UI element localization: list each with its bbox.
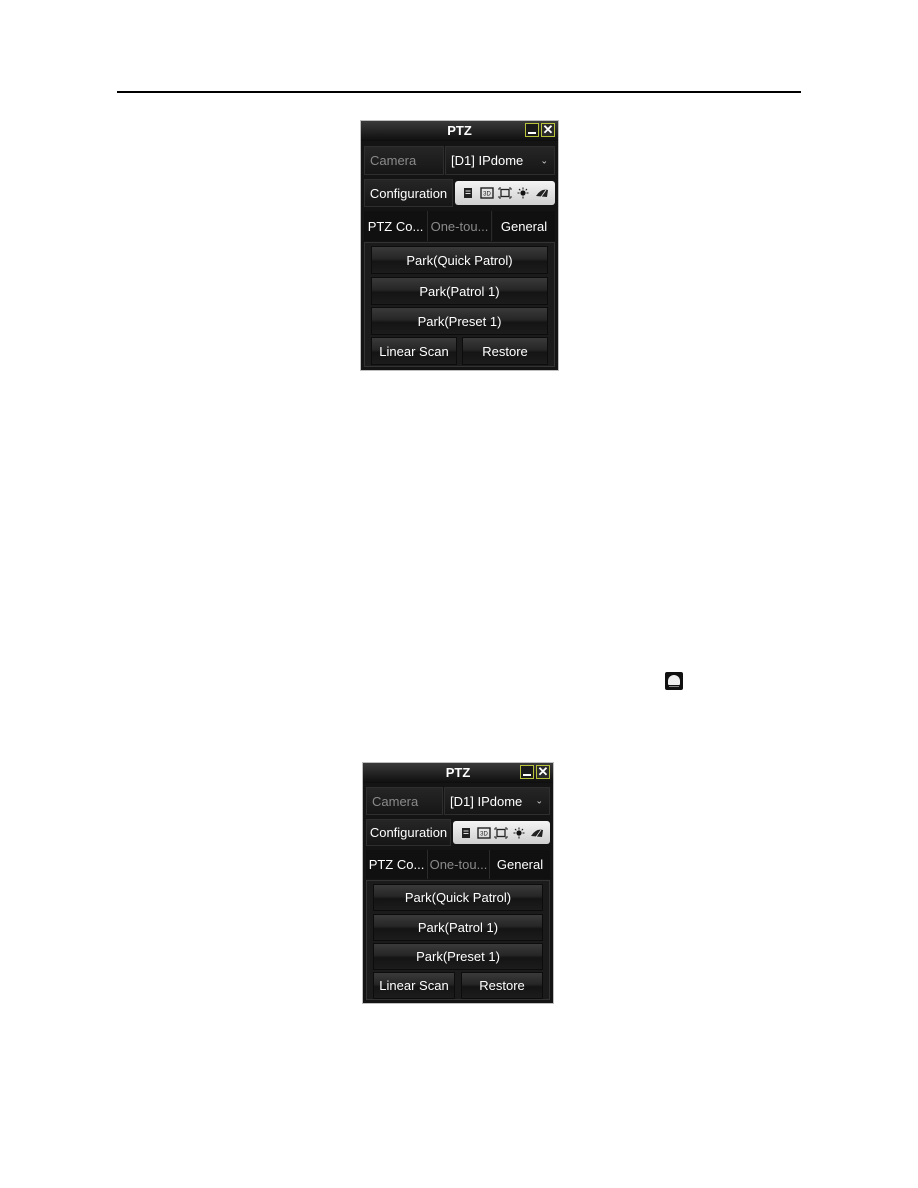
- menu-icon[interactable]: [459, 827, 473, 839]
- restore-button[interactable]: Restore: [461, 972, 543, 999]
- menu-icon[interactable]: [461, 187, 475, 199]
- tab-one-touch[interactable]: One-tou...: [428, 850, 490, 879]
- tab-ptz-control[interactable]: PTZ Co...: [366, 850, 428, 879]
- park-quick-patrol-button[interactable]: Park(Quick Patrol): [371, 246, 548, 274]
- title-bar[interactable]: PTZ ✕: [363, 763, 553, 783]
- 3d-zoom-icon[interactable]: 3D: [479, 187, 494, 199]
- wiper-icon[interactable]: [535, 187, 549, 199]
- chevron-down-icon: ⌄: [535, 795, 543, 806]
- chevron-down-icon: ⌄: [540, 155, 548, 165]
- minimize-button[interactable]: [520, 765, 534, 779]
- park-quick-patrol-button[interactable]: Park(Quick Patrol): [373, 884, 543, 911]
- svg-text:3D: 3D: [480, 831, 488, 837]
- configuration-row: Configuration 3D: [366, 819, 550, 846]
- close-button[interactable]: ✕: [541, 123, 555, 137]
- tab-general[interactable]: General: [493, 211, 555, 241]
- svg-text:3D: 3D: [483, 192, 491, 198]
- title-bar[interactable]: PTZ ✕: [361, 121, 558, 141]
- ptz-panel: PTZ ✕ Camera [D1] IPdome ⌄ Configuration…: [360, 120, 559, 371]
- wiper-icon[interactable]: [530, 827, 544, 839]
- park-preset-1-button[interactable]: Park(Preset 1): [373, 943, 543, 970]
- configuration-button[interactable]: Configuration: [366, 819, 451, 846]
- ptz-panel: PTZ ✕ Camera [D1] IPdome ⌄ Configuration…: [362, 762, 554, 1004]
- camera-value: [D1] IPdome: [451, 153, 524, 168]
- zoom-area-icon[interactable]: [498, 187, 512, 199]
- general-tab-content: Park(Quick Patrol) Park(Patrol 1) Park(P…: [366, 880, 550, 1000]
- ptz-toolbar: 3D: [453, 821, 550, 844]
- dome-base: [669, 686, 679, 687]
- ptz-toolbar: 3D: [455, 181, 555, 205]
- camera-row: Camera [D1] IPdome ⌄: [364, 146, 555, 175]
- tab-bar: PTZ Co... One-tou... General: [364, 211, 555, 241]
- light-icon[interactable]: [512, 827, 526, 839]
- 3d-zoom-icon[interactable]: 3D: [476, 826, 491, 839]
- ptz-dome-icon: [665, 672, 683, 690]
- zoom-area-icon[interactable]: [494, 827, 508, 839]
- configuration-button[interactable]: Configuration: [364, 179, 453, 207]
- tab-bar: PTZ Co... One-tou... General: [366, 850, 550, 879]
- camera-select[interactable]: [D1] IPdome ⌄: [445, 146, 555, 175]
- tab-ptz-control[interactable]: PTZ Co...: [364, 211, 428, 241]
- park-patrol-1-button[interactable]: Park(Patrol 1): [371, 277, 548, 305]
- camera-label: Camera: [366, 787, 443, 815]
- camera-label: Camera: [364, 146, 444, 175]
- park-preset-1-button[interactable]: Park(Preset 1): [371, 307, 548, 335]
- camera-row: Camera [D1] IPdome ⌄: [366, 787, 550, 815]
- dome-shape: [668, 675, 680, 685]
- header-rule: [117, 91, 801, 93]
- linear-scan-button[interactable]: Linear Scan: [371, 337, 457, 365]
- tab-general[interactable]: General: [490, 850, 550, 879]
- minimize-button[interactable]: [525, 123, 539, 137]
- park-patrol-1-button[interactable]: Park(Patrol 1): [373, 914, 543, 941]
- restore-button[interactable]: Restore: [462, 337, 548, 365]
- linear-scan-button[interactable]: Linear Scan: [373, 972, 455, 999]
- configuration-row: Configuration 3D: [364, 179, 555, 207]
- light-icon[interactable]: [516, 187, 530, 199]
- tab-one-touch[interactable]: One-tou...: [428, 211, 492, 241]
- camera-value: [D1] IPdome: [450, 793, 523, 809]
- close-button[interactable]: ✕: [536, 765, 550, 779]
- general-tab-content: Park(Quick Patrol) Park(Patrol 1) Park(P…: [364, 242, 555, 367]
- camera-select[interactable]: [D1] IPdome ⌄: [444, 787, 550, 815]
